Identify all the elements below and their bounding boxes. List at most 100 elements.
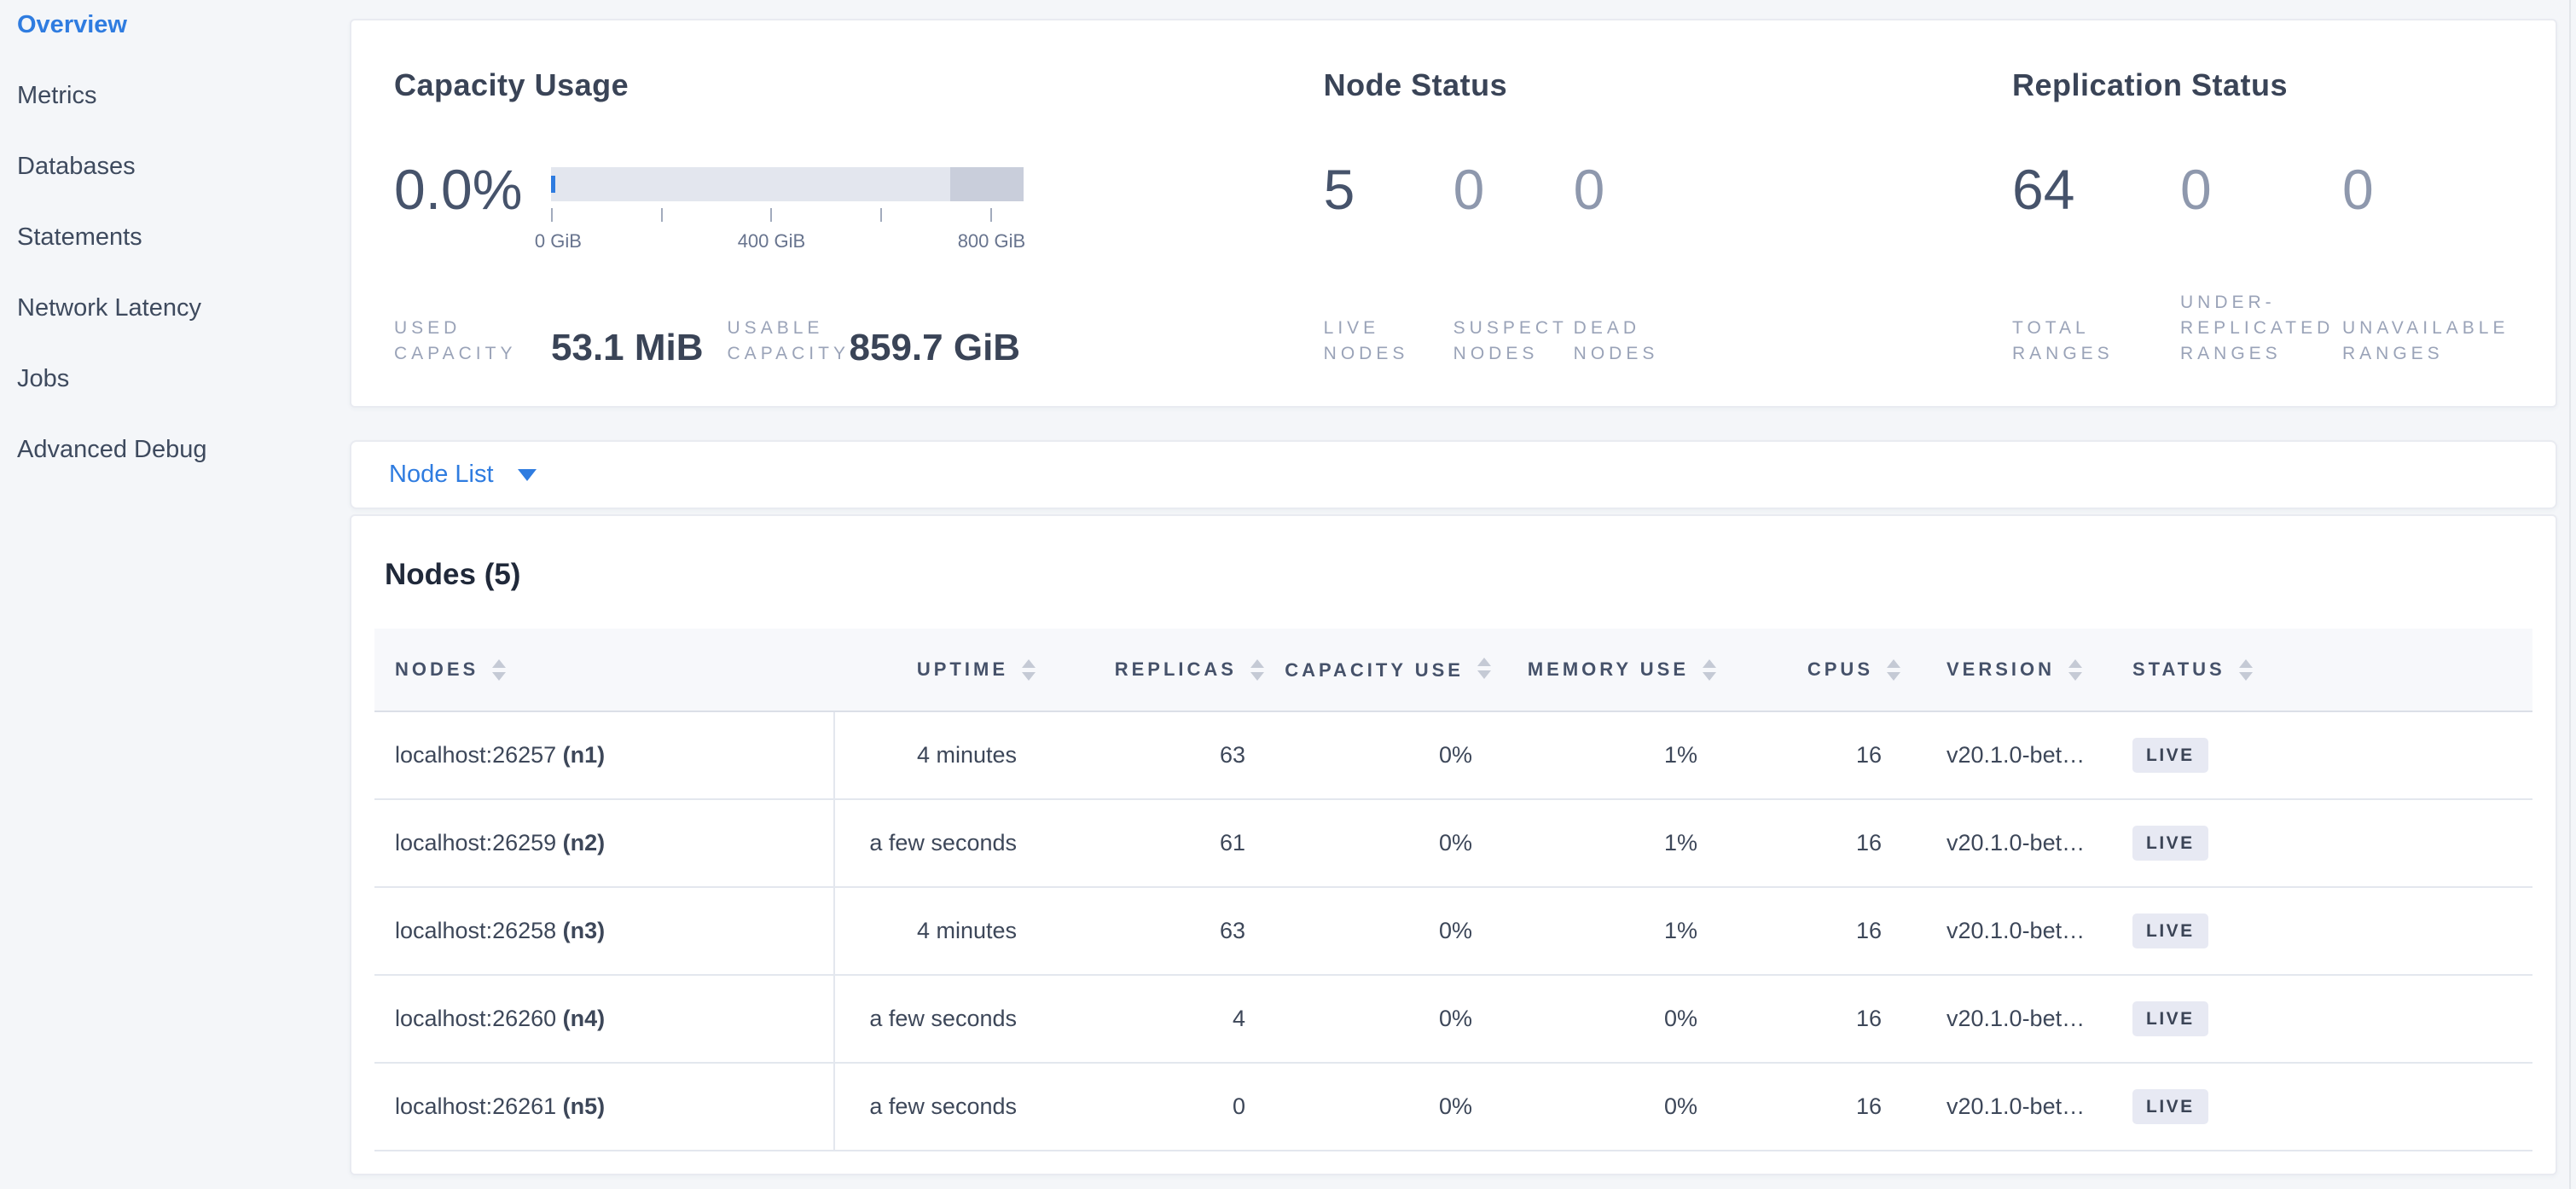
node-list-dropdown-label: Node List bbox=[389, 461, 494, 489]
column-header-replicas[interactable]: REPLICAS bbox=[1044, 629, 1273, 711]
axis-tick bbox=[880, 208, 882, 222]
column-header-label: CAPACITY USE bbox=[1285, 658, 1464, 683]
uptime-value: 4 minutes bbox=[917, 918, 1017, 943]
replication-status-title: Replication Status bbox=[2012, 67, 2513, 104]
capacity-use-value: 0% bbox=[1439, 918, 1472, 943]
sort-icon bbox=[2068, 659, 2082, 681]
capacity-use-cell: 0% bbox=[1273, 711, 1500, 799]
node-address[interactable]: localhost:26260 bbox=[395, 1006, 556, 1031]
memory-use-value: 0% bbox=[1664, 1093, 1697, 1119]
stat-value: 64 bbox=[2012, 159, 2180, 220]
version-value: v20.1.0-bet… bbox=[1947, 830, 2085, 856]
sidebar-item-databases[interactable]: Databases bbox=[17, 152, 136, 181]
column-header-capacity-use[interactable]: CAPACITY USE bbox=[1273, 629, 1500, 711]
axis-tick bbox=[990, 208, 992, 222]
cpus-cell: 16 bbox=[1725, 975, 1909, 1063]
replicas-value: 61 bbox=[1220, 830, 1245, 856]
uptime-value: a few seconds bbox=[869, 1093, 1017, 1119]
column-header-version[interactable]: VERSION bbox=[1909, 629, 2109, 711]
axis-label: 400 GiB bbox=[738, 230, 806, 252]
node-address-cell: localhost:26261 (n5) bbox=[374, 1063, 834, 1151]
replication-status-section: Replication Status 64TOTAL RANGES0 UNDER-… bbox=[2012, 67, 2513, 367]
uptime-value: a few seconds bbox=[869, 1006, 1017, 1031]
capacity-use-cell: 0% bbox=[1273, 799, 1500, 887]
version-cell: v20.1.0-bet… bbox=[1909, 887, 2109, 975]
capacity-axis: 0 GiB 400 GiB 800 GiB bbox=[551, 201, 1024, 270]
sidebar-item-advanced-debug[interactable]: Advanced Debug bbox=[17, 435, 207, 464]
memory-use-cell: 1% bbox=[1500, 887, 1725, 975]
column-header-memory-use[interactable]: MEMORY USE bbox=[1500, 629, 1725, 711]
column-header-status[interactable]: STATUS bbox=[2109, 629, 2532, 711]
version-cell: v20.1.0-bet… bbox=[1909, 975, 2109, 1063]
stat-dead-nodes: 0DEAD NODES bbox=[1574, 159, 1710, 367]
replicas-value: 63 bbox=[1220, 742, 1245, 768]
table-row: localhost:26260 (n4)a few seconds40%0%16… bbox=[374, 975, 2532, 1063]
node-id: (n5) bbox=[563, 1093, 606, 1119]
column-header-label: UPTIME bbox=[917, 657, 1008, 682]
replicas-value: 4 bbox=[1233, 1006, 1245, 1031]
stat-label: LIVE NODES bbox=[1324, 316, 1453, 367]
used-capacity-value: 53.1 MiB bbox=[551, 329, 704, 367]
node-address[interactable]: localhost:26257 bbox=[395, 742, 556, 768]
sidebar-item-overview[interactable]: Overview bbox=[17, 10, 127, 39]
capacity-used-percent: 0.0% bbox=[394, 159, 522, 220]
stat-suspect-nodes: 0SUSPECT NODES bbox=[1453, 159, 1574, 367]
axis-tick bbox=[770, 208, 772, 222]
replicas-cell: 63 bbox=[1044, 887, 1273, 975]
nodes-table: NODES UPTIME REPLICAS CAPACITY USE MEMORY US… bbox=[374, 629, 2532, 1151]
axis-tick bbox=[661, 208, 663, 222]
column-header-label: REPLICAS bbox=[1115, 657, 1237, 682]
node-id: (n1) bbox=[563, 742, 606, 768]
usable-capacity-value: 859.7 GiB bbox=[850, 329, 1021, 367]
version-value: v20.1.0-bet… bbox=[1947, 1093, 2085, 1119]
memory-use-cell: 1% bbox=[1500, 711, 1725, 799]
uptime-value: 4 minutes bbox=[917, 742, 1017, 768]
cpus-cell: 16 bbox=[1725, 1063, 1909, 1151]
capacity-use-cell: 0% bbox=[1273, 975, 1500, 1063]
sidebar-item-metrics[interactable]: Metrics bbox=[17, 81, 96, 110]
status-cell: LIVE bbox=[2109, 887, 2532, 975]
main-content: Capacity Usage 0.0% 0 GiB 40 bbox=[350, 19, 2557, 1175]
status-badge: LIVE bbox=[2132, 1001, 2208, 1036]
capacity-bar-used bbox=[551, 176, 555, 193]
column-header-nodes[interactable]: NODES bbox=[374, 629, 834, 711]
stat-total-ranges: 64TOTAL RANGES bbox=[2012, 159, 2180, 367]
usable-capacity-label: USABLE CAPACITY bbox=[728, 316, 834, 367]
sidebar: Overview Metrics Databases Statements Networ… bbox=[0, 0, 350, 1189]
node-address[interactable]: localhost:26261 bbox=[395, 1093, 556, 1119]
uptime-cell: a few seconds bbox=[834, 1063, 1044, 1151]
sidebar-item-statements[interactable]: Statements bbox=[17, 223, 142, 252]
capacity-use-cell: 0% bbox=[1273, 1063, 1500, 1151]
node-address-cell: localhost:26258 (n3) bbox=[374, 887, 834, 975]
status-badge: LIVE bbox=[2132, 826, 2208, 861]
status-badge: LIVE bbox=[2132, 1089, 2208, 1124]
capacity-use-value: 0% bbox=[1439, 830, 1472, 856]
sidebar-item-network-latency[interactable]: Network Latency bbox=[17, 293, 201, 322]
node-list-dropdown[interactable]: Node List bbox=[350, 440, 2557, 509]
memory-use-value: 1% bbox=[1664, 830, 1697, 856]
stat-label: DEAD NODES bbox=[1574, 316, 1710, 367]
memory-use-cell: 0% bbox=[1500, 975, 1725, 1063]
column-header-label: VERSION bbox=[1947, 657, 2055, 682]
column-header-label: CPUS bbox=[1807, 657, 1873, 682]
node-address[interactable]: localhost:26259 bbox=[395, 830, 556, 856]
used-capacity-label: USED CAPACITY bbox=[394, 316, 503, 367]
cpus-value: 16 bbox=[1856, 830, 1882, 856]
stat-live-nodes: 5LIVE NODES bbox=[1324, 159, 1453, 367]
stat-label: UNDER-REPLICATED RANGES bbox=[2180, 290, 2342, 367]
node-status-title: Node Status bbox=[1324, 67, 2012, 104]
replicas-cell: 63 bbox=[1044, 711, 1273, 799]
stat-value: 0 bbox=[2180, 159, 2342, 220]
sort-icon bbox=[1703, 659, 1716, 681]
node-address[interactable]: localhost:26258 bbox=[395, 918, 556, 943]
status-badge: LIVE bbox=[2132, 738, 2208, 773]
column-header-uptime[interactable]: UPTIME bbox=[834, 629, 1044, 711]
sort-icon bbox=[1477, 658, 1491, 679]
cpus-value: 16 bbox=[1856, 742, 1882, 768]
replicas-value: 63 bbox=[1220, 918, 1245, 943]
table-row: localhost:26261 (n5)a few seconds00%0%16… bbox=[374, 1063, 2532, 1151]
capacity-usage-section: Capacity Usage 0.0% 0 GiB 40 bbox=[394, 67, 1324, 367]
sidebar-item-jobs[interactable]: Jobs bbox=[17, 364, 69, 393]
column-header-cpus[interactable]: CPUS bbox=[1725, 629, 1909, 711]
version-value: v20.1.0-bet… bbox=[1947, 742, 2085, 768]
